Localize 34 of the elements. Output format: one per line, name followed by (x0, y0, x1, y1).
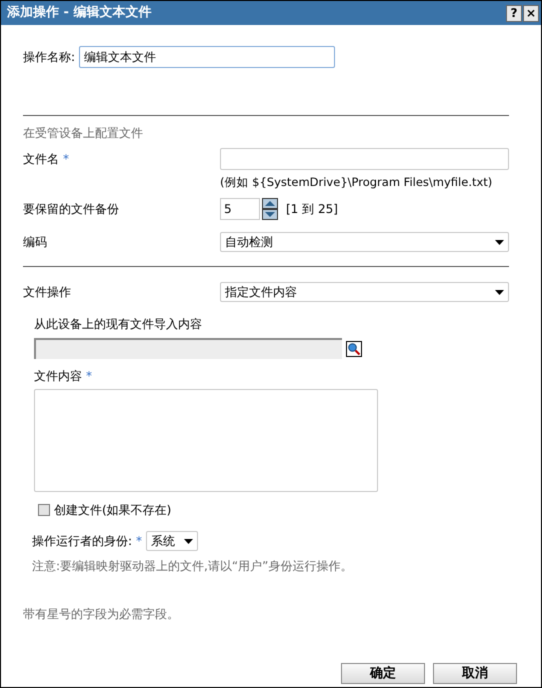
caret-icon (184, 538, 194, 544)
note-text: 注意:要编辑映射驱动器上的文件,请以“用户”身份运行操作。 (31, 558, 354, 576)
field-label: 操作名称: (23, 49, 76, 66)
input-field[interactable]: 编辑文本文件 (79, 46, 336, 68)
cancel-button[interactable]: 取消 (433, 663, 517, 684)
ok-button[interactable]: 确定 (341, 663, 425, 684)
close-button[interactable]: × (523, 4, 539, 22)
required-mark: * (136, 534, 142, 548)
range-text: [1 到 25] (286, 201, 338, 218)
help-button[interactable]: ? (506, 4, 522, 22)
required-mark: * (86, 369, 92, 384)
input-field[interactable] (220, 148, 509, 170)
field-label: 文件内容 * (34, 368, 93, 386)
section-title: 在受管设备上配置文件 (23, 125, 144, 142)
field-label: 操作运行者的身份: * (32, 533, 142, 550)
dropdown[interactable]: 指定文件内容 (220, 282, 509, 302)
field-label: 文件操作 (23, 284, 72, 302)
checkbox-label: 创建文件(如果不存在) (54, 502, 172, 520)
field-label: 文件名 * (23, 151, 70, 168)
window-title: 添加操作 - 编辑文本文件 (7, 4, 152, 22)
field-label: 要保留的文件备份 (23, 201, 120, 218)
checkbox[interactable] (38, 504, 50, 516)
caret-icon (495, 240, 504, 245)
required-mark: * (63, 152, 69, 166)
field-label: 编码 (23, 234, 48, 252)
required-note: 带有星号的字段为必需字段。 (23, 606, 180, 624)
number-field[interactable]: 5 (220, 198, 260, 220)
search-icon[interactable] (346, 340, 362, 357)
hint-text: (例如 ${SystemDrive}\Program Files\myfile.txt) (220, 174, 494, 191)
dropdown[interactable]: 自动检测 (220, 232, 509, 252)
field-label: 从此设备上的现有文件导入内容 (34, 316, 203, 334)
caret-icon (495, 290, 504, 295)
spinner-icon[interactable] (262, 198, 278, 220)
dropdown[interactable]: 系统 (146, 531, 198, 552)
